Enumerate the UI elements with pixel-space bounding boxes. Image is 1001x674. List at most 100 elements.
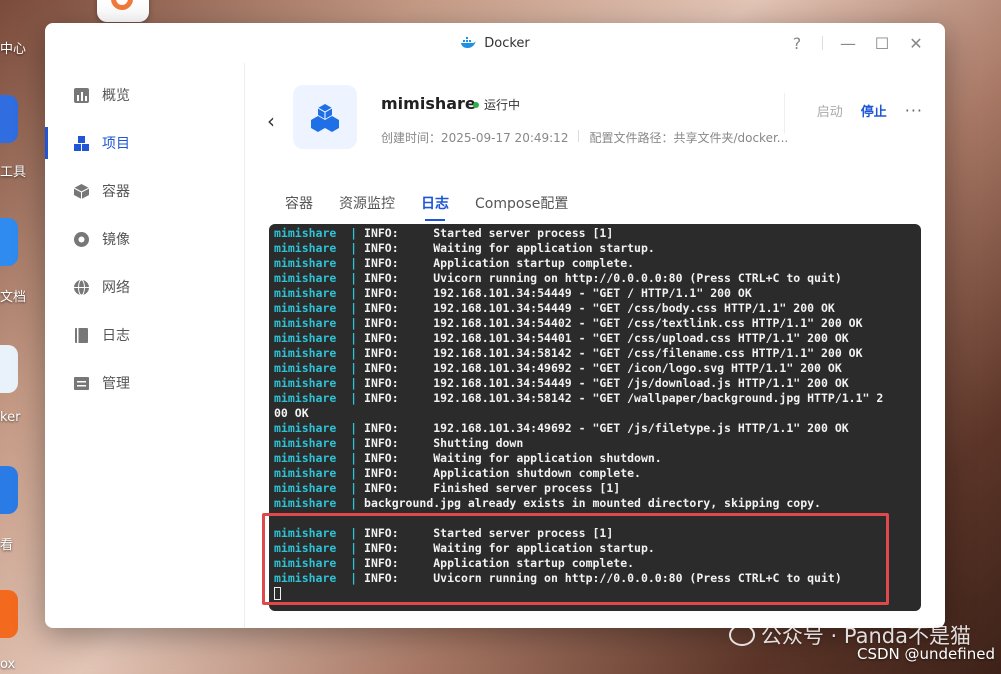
tab-resource-monitor[interactable]: 资源监控 xyxy=(339,193,395,221)
log-line: mimishare | INFO: Waiting for applicatio… xyxy=(274,541,921,556)
docker-whale-icon xyxy=(461,37,476,48)
log-line: mimishare | INFO: 192.168.101.34:54449 -… xyxy=(274,376,921,391)
status-badge: 运行中 xyxy=(473,96,520,113)
log-separator: | xyxy=(336,226,365,240)
sidebar-item-label: 概览 xyxy=(102,88,130,104)
log-line: mimishare | background.jpg already exist… xyxy=(274,496,921,511)
terminal-cursor xyxy=(274,587,281,600)
log-separator: | xyxy=(336,481,365,495)
log-message: INFO: Waiting for application shutdown. xyxy=(364,451,662,465)
log-line: 00 OK xyxy=(274,406,921,421)
project-header: ‹ mimishare 运行中 创建时间：2025-09-17 20:49:12… xyxy=(245,85,945,151)
disc-icon xyxy=(74,231,89,247)
desktop-tools-icon[interactable] xyxy=(0,95,18,143)
sidebar-item-manage[interactable]: 管理 xyxy=(45,359,244,407)
log-message: INFO: 192.168.101.34:49692 - "GET /js/fi… xyxy=(364,421,849,435)
log-terminal[interactable]: mimishare | INFO: Started server process… xyxy=(269,224,921,611)
running-dot-icon xyxy=(473,101,479,108)
log-service-name: mimishare xyxy=(274,271,337,285)
desktop-app-icon[interactable] xyxy=(97,0,149,22)
log-separator: | xyxy=(336,241,365,255)
sidebar-item-network[interactable]: 网络 xyxy=(45,263,244,311)
box-icon xyxy=(73,183,90,199)
log-separator: | xyxy=(336,571,365,585)
log-service-name: mimishare xyxy=(274,301,337,315)
log-line: mimishare | INFO: Application startup co… xyxy=(274,556,921,571)
log-separator: | xyxy=(336,256,365,270)
stop-button[interactable]: 停止 xyxy=(861,101,887,120)
tab-compose-config[interactable]: Compose配置 xyxy=(475,193,568,221)
log-message: INFO: 192.168.101.34:54449 - "GET /css/b… xyxy=(364,301,835,315)
sidebar-item-images[interactable]: 镜像 xyxy=(45,215,244,263)
log-separator: | xyxy=(336,301,365,315)
tab-containers[interactable]: 容器 xyxy=(285,193,313,221)
log-service-name: mimishare xyxy=(274,316,337,330)
log-message: INFO: Waiting for application startup. xyxy=(364,541,655,555)
log-message: INFO: Shutting down xyxy=(364,436,524,450)
log-message: INFO: 192.168.101.34:54402 - "GET /css/t… xyxy=(364,316,863,330)
log-message: INFO: Uvicorn running on http://0.0.0.0:… xyxy=(364,271,842,285)
window-title: Docker xyxy=(484,35,530,51)
more-options-button[interactable]: ··· xyxy=(905,101,923,120)
log-line: mimishare | INFO: 192.168.101.34:54401 -… xyxy=(274,331,921,346)
cubes-icon xyxy=(74,135,89,151)
log-service-name: mimishare xyxy=(274,556,337,570)
sidebar-item-containers[interactable]: 容器 xyxy=(45,167,244,215)
log-service-name: mimishare xyxy=(274,256,337,270)
log-line: mimishare | INFO: Application shutdown c… xyxy=(274,466,921,481)
log-service-name: mimishare xyxy=(274,286,337,300)
log-message: 00 OK xyxy=(274,406,309,420)
log-message: INFO: 192.168.101.34:54449 - "GET / HTTP… xyxy=(364,286,752,300)
desktop-docs-icon[interactable] xyxy=(0,218,18,266)
log-message: INFO: Uvicorn running on http://0.0.0.0:… xyxy=(364,571,842,585)
log-message: INFO: Waiting for application startup. xyxy=(364,241,655,255)
start-button[interactable]: 启动 xyxy=(817,101,843,120)
desktop-label: 工具 xyxy=(0,165,27,180)
minimize-button[interactable]: — xyxy=(839,34,857,53)
chart-icon xyxy=(74,87,89,103)
log-service-name: mimishare xyxy=(274,526,337,540)
log-service-name: mimishare xyxy=(274,226,337,240)
sidebar-item-projects[interactable]: 项目 xyxy=(45,119,244,167)
log-separator: | xyxy=(336,421,365,435)
close-button[interactable]: ✕ xyxy=(907,34,925,53)
log-service-name: mimishare xyxy=(274,241,337,255)
log-service-name: mimishare xyxy=(274,436,337,450)
log-separator: | xyxy=(336,466,365,480)
log-line: mimishare | INFO: Waiting for applicatio… xyxy=(274,241,921,256)
desktop-docker-icon[interactable] xyxy=(0,345,18,393)
back-arrow-icon[interactable]: ‹ xyxy=(267,109,275,133)
maximize-button[interactable]: ☐ xyxy=(873,34,891,53)
sidebar-item-label: 容器 xyxy=(102,184,130,200)
log-separator: | xyxy=(336,541,365,555)
status-text: 运行中 xyxy=(484,98,521,112)
log-line: mimishare | INFO: Uvicorn running on htt… xyxy=(274,571,921,586)
config-path: 配置文件路径：共享文件夹/docker... xyxy=(589,131,789,145)
wechat-icon xyxy=(728,624,755,646)
desktop-label: ker xyxy=(0,410,21,425)
log-service-name: mimishare xyxy=(274,451,337,465)
tab-logs[interactable]: 日志 xyxy=(421,193,449,221)
sidebar-item-overview[interactable]: 概览 xyxy=(45,71,244,119)
log-line: mimishare | INFO: Uvicorn running on htt… xyxy=(274,271,921,286)
log-message: background.jpg already exists in mounted… xyxy=(364,496,821,510)
log-service-name: mimishare xyxy=(274,361,337,375)
log-line: mimishare | INFO: 192.168.101.34:54402 -… xyxy=(274,316,921,331)
sidebar-item-label: 管理 xyxy=(102,376,130,392)
title-bar[interactable]: Docker ? — ☐ ✕ xyxy=(45,23,945,63)
log-line: mimishare | INFO: Started server process… xyxy=(274,226,921,241)
desktop-viewer-icon[interactable] xyxy=(0,466,18,514)
log-service-name: mimishare xyxy=(274,346,337,360)
log-message: INFO: Finished server process [1] xyxy=(364,481,621,495)
log-message: INFO: 192.168.101.34:58142 - "GET /wallp… xyxy=(364,391,884,405)
main-content: ‹ mimishare 运行中 创建时间：2025-09-17 20:49:12… xyxy=(245,63,945,628)
sidebar-item-logs[interactable]: 日志 xyxy=(45,311,244,359)
cubes-icon xyxy=(311,104,339,132)
log-message: INFO: Started server process [1] xyxy=(364,226,614,240)
log-separator: | xyxy=(336,526,365,540)
log-service-name: mimishare xyxy=(274,376,337,390)
desktop-label: ox xyxy=(0,657,16,672)
help-button[interactable]: ? xyxy=(788,34,806,53)
desktop-firefox-icon[interactable] xyxy=(0,590,18,638)
log-service-name: mimishare xyxy=(274,466,337,480)
